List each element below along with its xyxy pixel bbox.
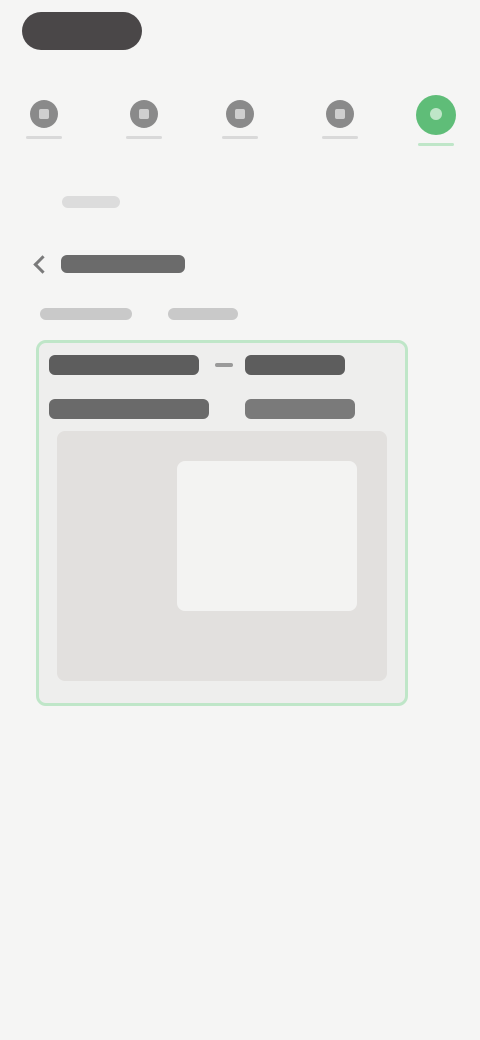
board-row1-left [49,355,199,375]
step-2[interactable] [112,92,176,162]
subtitle-right [168,308,238,320]
step-4-label [322,136,358,139]
square-icon [130,100,158,128]
board-row1-separator [215,363,233,367]
top-pill-button[interactable] [22,12,142,50]
chevron-left-icon[interactable] [33,254,52,274]
step-5-active[interactable] [404,92,468,162]
square-icon [226,100,254,128]
step-3-label [222,136,258,139]
step-2-label [126,136,162,139]
hint-text [62,196,120,208]
circle-icon [416,95,456,135]
board-grid-center-cell[interactable] [177,461,357,611]
square-icon [326,100,354,128]
square-icon [30,100,58,128]
step-1[interactable] [12,92,76,162]
screen [0,0,480,1040]
board-row1-right [245,355,345,375]
step-5-label [418,143,454,146]
preview-board[interactable] [36,340,408,706]
step-1-label [26,136,62,139]
step-row [0,92,480,162]
title-row [33,252,185,276]
subtitle-left [40,308,132,320]
board-row2-left [49,399,209,419]
step-3[interactable] [208,92,272,162]
board-row2-right [245,399,355,419]
step-4[interactable] [308,92,372,162]
subtitle-row [40,308,238,320]
board-grid[interactable] [57,431,387,681]
page-title [61,255,185,273]
